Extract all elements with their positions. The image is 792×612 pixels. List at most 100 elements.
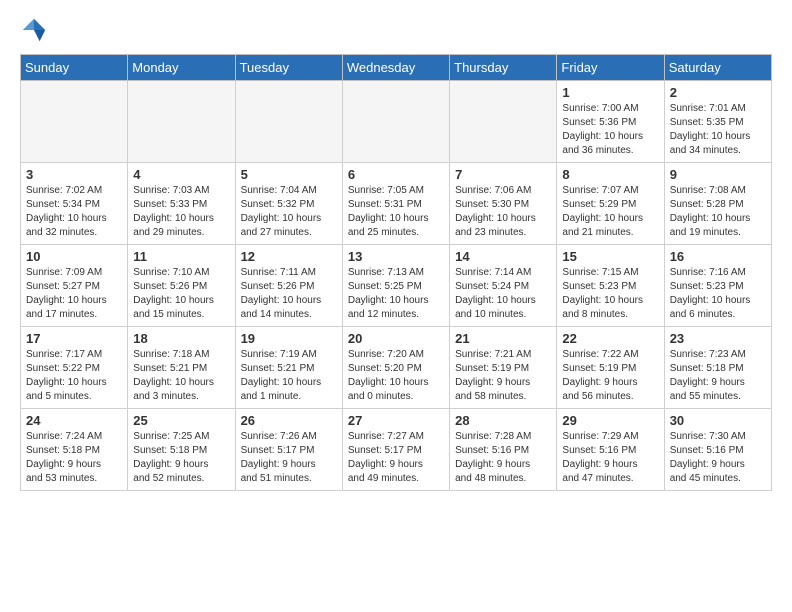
calendar-cell: 1 Sunrise: 7:00 AM Sunset: 5:36 PM Daylig… [557,81,664,163]
day-number: 10 [26,249,122,264]
calendar-cell: 11 Sunrise: 7:10 AM Sunset: 5:26 PM Dayli… [128,245,235,327]
day-info: Sunrise: 7:17 AM Sunset: 5:22 PM Dayligh… [26,348,122,404]
day-number: 2 [670,85,766,100]
calendar-cell: 14Sunrise: 7:14 AM Sunset: 5:24 PM Dayli… [450,245,557,327]
calendar-cell: 8 Sunrise: 7:07 AM Sunset: 5:29 PM Daylig… [557,163,664,245]
weekday-header: Thursday [450,55,557,81]
calendar-week-row: 3 Sunrise: 7:02 AM Sunset: 5:34 PM Daylig… [21,163,772,245]
day-info: Sunrise: 7:25 AM Sunset: 5:18 PM Dayligh… [133,430,229,486]
calendar-cell: 13 Sunrise: 7:13 AM Sunset: 5:25 PM Dayli… [342,245,449,327]
day-info: Sunrise: 7:26 AM Sunset: 5:17 PM Dayligh… [241,430,337,486]
calendar-cell: 17Sunrise: 7:17 AM Sunset: 5:22 PM Dayli… [21,327,128,409]
day-number: 18 [133,331,229,346]
calendar-cell: 27Sunrise: 7:27 AM Sunset: 5:17 PM Dayli… [342,409,449,491]
day-number: 16 [670,249,766,264]
day-info: Sunrise: 7:07 AM Sunset: 5:29 PM Dayligh… [562,184,658,240]
day-info: Sunrise: 7:01 AM Sunset: 5:35 PM Dayligh… [670,102,766,158]
calendar-cell: 7 Sunrise: 7:06 AM Sunset: 5:30 PM Daylig… [450,163,557,245]
day-number: 5 [241,167,337,182]
day-info: Sunrise: 7:27 AM Sunset: 5:17 PM Dayligh… [348,430,444,486]
logo-icon [20,16,48,44]
day-info: Sunrise: 7:21 AM Sunset: 5:19 PM Dayligh… [455,348,551,404]
calendar-cell: 3 Sunrise: 7:02 AM Sunset: 5:34 PM Daylig… [21,163,128,245]
calendar-cell: 16Sunrise: 7:16 AM Sunset: 5:23 PM Dayli… [664,245,771,327]
day-info: Sunrise: 7:22 AM Sunset: 5:19 PM Dayligh… [562,348,658,404]
calendar-cell: 26 Sunrise: 7:26 AM Sunset: 5:17 PM Dayli… [235,409,342,491]
day-info: Sunrise: 7:24 AM Sunset: 5:18 PM Dayligh… [26,430,122,486]
calendar-cell: 5 Sunrise: 7:04 AM Sunset: 5:32 PM Daylig… [235,163,342,245]
calendar-cell: 20 Sunrise: 7:20 AM Sunset: 5:20 PM Dayli… [342,327,449,409]
calendar-cell: 2 Sunrise: 7:01 AM Sunset: 5:35 PM Daylig… [664,81,771,163]
day-number: 26 [241,413,337,428]
page: SundayMondayTuesdayWednesdayThursdayFrid… [0,0,792,612]
calendar-cell: 21 Sunrise: 7:21 AM Sunset: 5:19 PM Dayli… [450,327,557,409]
calendar-cell [21,81,128,163]
calendar-cell [128,81,235,163]
calendar-cell [342,81,449,163]
weekday-header: Tuesday [235,55,342,81]
day-info: Sunrise: 7:09 AM Sunset: 5:27 PM Dayligh… [26,266,122,322]
day-number: 20 [348,331,444,346]
day-number: 7 [455,167,551,182]
day-number: 28 [455,413,551,428]
day-number: 22 [562,331,658,346]
calendar-cell: 10 Sunrise: 7:09 AM Sunset: 5:27 PM Dayli… [21,245,128,327]
header [20,16,772,44]
day-number: 30 [670,413,766,428]
day-info: Sunrise: 7:08 AM Sunset: 5:28 PM Dayligh… [670,184,766,240]
day-number: 19 [241,331,337,346]
day-number: 23 [670,331,766,346]
calendar-cell: 4 Sunrise: 7:03 AM Sunset: 5:33 PM Daylig… [128,163,235,245]
day-number: 25 [133,413,229,428]
day-info: Sunrise: 7:30 AM Sunset: 5:16 PM Dayligh… [670,430,766,486]
day-number: 24 [26,413,122,428]
day-number: 9 [670,167,766,182]
calendar-cell: 25 Sunrise: 7:25 AM Sunset: 5:18 PM Dayli… [128,409,235,491]
weekday-header: Sunday [21,55,128,81]
day-number: 21 [455,331,551,346]
calendar-cell: 22 Sunrise: 7:22 AM Sunset: 5:19 PM Dayli… [557,327,664,409]
day-info: Sunrise: 7:10 AM Sunset: 5:26 PM Dayligh… [133,266,229,322]
calendar-week-row: 1 Sunrise: 7:00 AM Sunset: 5:36 PM Daylig… [21,81,772,163]
calendar-cell: 28 Sunrise: 7:28 AM Sunset: 5:16 PM Dayli… [450,409,557,491]
day-number: 12 [241,249,337,264]
day-number: 4 [133,167,229,182]
day-info: Sunrise: 7:20 AM Sunset: 5:20 PM Dayligh… [348,348,444,404]
weekday-header: Saturday [664,55,771,81]
day-info: Sunrise: 7:04 AM Sunset: 5:32 PM Dayligh… [241,184,337,240]
calendar-cell: 19 Sunrise: 7:19 AM Sunset: 5:21 PM Dayli… [235,327,342,409]
day-info: Sunrise: 7:06 AM Sunset: 5:30 PM Dayligh… [455,184,551,240]
day-number: 11 [133,249,229,264]
day-number: 13 [348,249,444,264]
day-number: 15 [562,249,658,264]
day-number: 1 [562,85,658,100]
calendar-cell: 29Sunrise: 7:29 AM Sunset: 5:16 PM Dayli… [557,409,664,491]
day-info: Sunrise: 7:05 AM Sunset: 5:31 PM Dayligh… [348,184,444,240]
calendar-header-row: SundayMondayTuesdayWednesdayThursdayFrid… [21,55,772,81]
day-info: Sunrise: 7:14 AM Sunset: 5:24 PM Dayligh… [455,266,551,322]
day-info: Sunrise: 7:23 AM Sunset: 5:18 PM Dayligh… [670,348,766,404]
calendar-cell [235,81,342,163]
weekday-header: Monday [128,55,235,81]
day-number: 3 [26,167,122,182]
day-info: Sunrise: 7:19 AM Sunset: 5:21 PM Dayligh… [241,348,337,404]
calendar-cell: 18 Sunrise: 7:18 AM Sunset: 5:21 PM Dayli… [128,327,235,409]
day-info: Sunrise: 7:18 AM Sunset: 5:21 PM Dayligh… [133,348,229,404]
calendar-cell: 12 Sunrise: 7:11 AM Sunset: 5:26 PM Dayli… [235,245,342,327]
day-info: Sunrise: 7:13 AM Sunset: 5:25 PM Dayligh… [348,266,444,322]
day-number: 29 [562,413,658,428]
day-number: 8 [562,167,658,182]
calendar-cell [450,81,557,163]
calendar-cell: 23 Sunrise: 7:23 AM Sunset: 5:18 PM Dayli… [664,327,771,409]
day-info: Sunrise: 7:00 AM Sunset: 5:36 PM Dayligh… [562,102,658,158]
day-info: Sunrise: 7:11 AM Sunset: 5:26 PM Dayligh… [241,266,337,322]
logo [20,16,52,44]
weekday-header: Wednesday [342,55,449,81]
calendar-cell: 6 Sunrise: 7:05 AM Sunset: 5:31 PM Daylig… [342,163,449,245]
calendar-week-row: 17Sunrise: 7:17 AM Sunset: 5:22 PM Dayli… [21,327,772,409]
calendar-week-row: 24 Sunrise: 7:24 AM Sunset: 5:18 PM Dayli… [21,409,772,491]
day-info: Sunrise: 7:03 AM Sunset: 5:33 PM Dayligh… [133,184,229,240]
day-info: Sunrise: 7:28 AM Sunset: 5:16 PM Dayligh… [455,430,551,486]
day-info: Sunrise: 7:02 AM Sunset: 5:34 PM Dayligh… [26,184,122,240]
day-number: 6 [348,167,444,182]
